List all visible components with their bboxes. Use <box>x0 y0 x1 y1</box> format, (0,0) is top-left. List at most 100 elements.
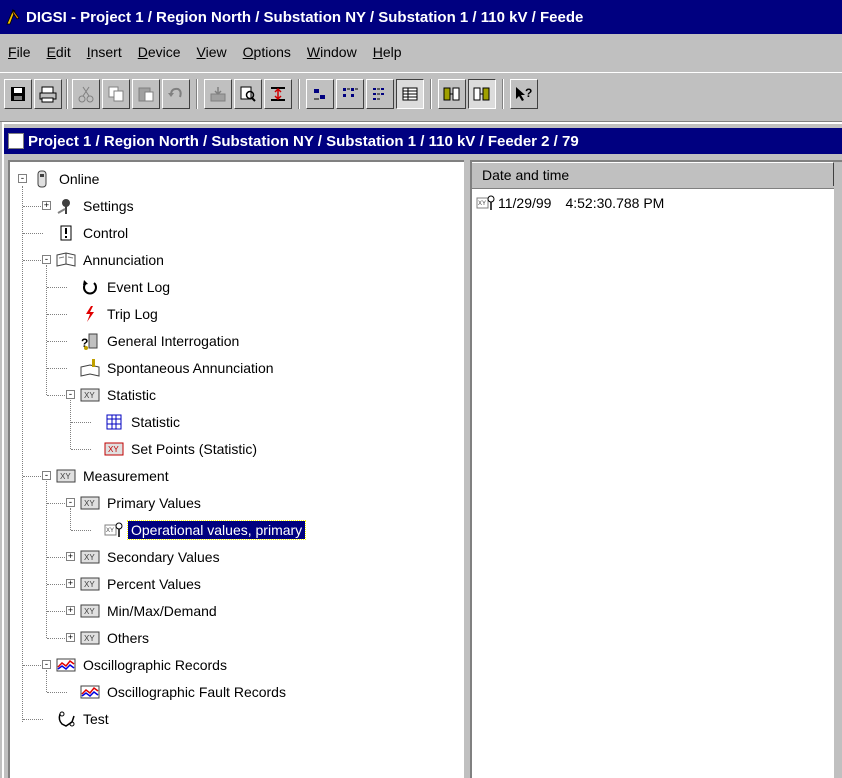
paste-button[interactable] <box>132 79 160 109</box>
menu-help[interactable]: Help <box>365 44 410 60</box>
tree-item[interactable]: Test <box>56 708 112 730</box>
tree-item-label: Min/Max/Demand <box>107 603 217 619</box>
tree-item[interactable]: XY Set Points (Statistic) <box>104 438 260 460</box>
measurement-icon: XY <box>80 604 100 618</box>
annunciation-icon <box>56 252 76 267</box>
small-icons-button[interactable] <box>336 79 364 109</box>
svg-text:XY: XY <box>84 499 95 508</box>
svg-text:XY: XY <box>84 607 95 616</box>
toolbar: ? <box>0 72 842 122</box>
tree-item-label: Annunciation <box>83 252 164 268</box>
list-button[interactable] <box>366 79 394 109</box>
tree-item[interactable]: XY Min/Max/Demand <box>80 600 220 622</box>
menu-window[interactable]: Window <box>299 44 365 60</box>
tree-item[interactable]: Oscillographic Fault Records <box>80 681 289 703</box>
tree-item-label: Oscillographic Fault Records <box>107 684 286 700</box>
toolbar-separator <box>430 79 432 109</box>
tree-item[interactable]: XY Primary Values <box>80 492 204 514</box>
tree-item[interactable]: Trip Log <box>80 303 161 325</box>
interrogation-icon: ? <box>81 333 98 350</box>
context-help-button[interactable]: ? <box>510 79 538 109</box>
tree-expander-collapse[interactable]: - <box>42 255 51 265</box>
details-button[interactable] <box>396 79 424 109</box>
tree-item-label: Primary Values <box>107 495 201 511</box>
setpoints-icon: XY <box>104 442 124 456</box>
tree-item[interactable]: Control <box>56 222 131 244</box>
list-header: Date and time <box>472 162 836 189</box>
tree-connector <box>23 476 43 477</box>
tree-expander-expand[interactable]: + <box>66 606 75 616</box>
paste-icon <box>138 87 154 102</box>
tree-item[interactable]: Online <box>32 168 102 190</box>
tree-item[interactable]: Oscillographic Records <box>56 654 230 676</box>
tree-item[interactable]: Event Log <box>80 276 173 298</box>
tree-item[interactable]: XY Operational values, primary <box>104 519 307 541</box>
tree-expander-collapse[interactable]: - <box>66 498 75 508</box>
menu-device[interactable]: Device <box>130 44 189 60</box>
oscillograph-icon <box>56 658 76 672</box>
tree-item[interactable]: XY Measurement <box>56 465 172 487</box>
level-button[interactable] <box>264 79 292 109</box>
save-button[interactable] <box>4 79 32 109</box>
toolbar-separator <box>298 79 300 109</box>
event-time: 4:52:30.788 PM <box>565 195 665 211</box>
menu-bar: File Edit Insert Device View Options Window Hel… <box>0 34 842 70</box>
tree-expander-collapse[interactable]: - <box>42 660 51 670</box>
tree-item[interactable]: XY Others <box>80 627 152 649</box>
tree-item[interactable]: XY Percent Values <box>80 573 204 595</box>
menu-edit[interactable]: Edit <box>39 44 79 60</box>
tree-item[interactable]: Settings <box>56 195 137 217</box>
tree-item[interactable]: Spontaneous Annunciation <box>80 357 277 379</box>
tree-expander-expand[interactable]: + <box>42 201 51 211</box>
tree-expander-expand[interactable]: + <box>66 633 75 643</box>
tree-item-label: Test <box>83 711 109 727</box>
tree-expander-expand[interactable]: + <box>66 552 75 562</box>
offline-icon <box>443 87 460 101</box>
offline-button[interactable] <box>438 79 466 109</box>
menu-options[interactable]: Options <box>235 44 299 60</box>
spontaneous-icon <box>80 359 100 377</box>
child-window-title-bar[interactable]: Project 1 / Region North / Substation NY… <box>4 128 842 154</box>
tree-item[interactable]: Statistic <box>104 411 183 433</box>
list-view[interactable]: Date and time XY 11/29/99 4:52:30.788 PM <box>470 160 842 778</box>
title-bar[interactable]: DIGSI - Project 1 / Region North / Subst… <box>0 0 842 34</box>
tree-item-label: Percent Values <box>107 576 201 592</box>
measurement-icon: XY <box>56 469 76 483</box>
vertical-scrollbar[interactable] <box>834 162 842 778</box>
details-icon <box>402 87 418 101</box>
tree-item-label: Oscillographic Records <box>83 657 227 673</box>
undo-button[interactable] <box>162 79 190 109</box>
online-button[interactable] <box>468 79 496 109</box>
tree-expander-collapse[interactable]: - <box>66 390 75 400</box>
menu-view[interactable]: View <box>189 44 235 60</box>
menu-file[interactable]: File <box>0 44 39 60</box>
device-import-button[interactable] <box>204 79 232 109</box>
tree-expander-collapse[interactable]: - <box>42 471 51 481</box>
tree-expander-collapse[interactable]: - <box>18 174 27 184</box>
svg-text:XY: XY <box>60 472 71 481</box>
column-header-date-and-time[interactable]: Date and time <box>472 162 834 186</box>
tree-expander-expand[interactable]: + <box>66 579 75 589</box>
copy-button[interactable] <box>102 79 130 109</box>
list-item[interactable]: XY 11/29/99 4:52:30.788 PM <box>472 192 664 214</box>
cut-button[interactable] <box>72 79 100 109</box>
svg-text:XY: XY <box>108 445 119 454</box>
find-button[interactable] <box>234 79 262 109</box>
tree-item[interactable]: XY Secondary Values <box>80 546 223 568</box>
large-icons-button[interactable] <box>306 79 334 109</box>
tree-connector <box>71 422 91 423</box>
tree-connector <box>70 508 71 530</box>
svg-text:XY: XY <box>106 528 114 534</box>
tree-view[interactable]: - Online + Settings Control - Annunciation Even… <box>8 160 464 778</box>
tree-connector <box>23 665 43 666</box>
tree-connector <box>47 395 67 396</box>
tree-item[interactable]: XY Statistic <box>80 384 159 406</box>
tree-connector <box>46 265 47 395</box>
tree-item[interactable]: ? General Interrogation <box>80 330 242 352</box>
toolbar-separator <box>196 79 198 109</box>
menu-insert[interactable]: Insert <box>79 44 130 60</box>
tree-item[interactable]: Annunciation <box>56 249 167 271</box>
tree-connector <box>23 719 43 720</box>
tree-item-label: Online <box>59 171 100 187</box>
print-button[interactable] <box>34 79 62 109</box>
